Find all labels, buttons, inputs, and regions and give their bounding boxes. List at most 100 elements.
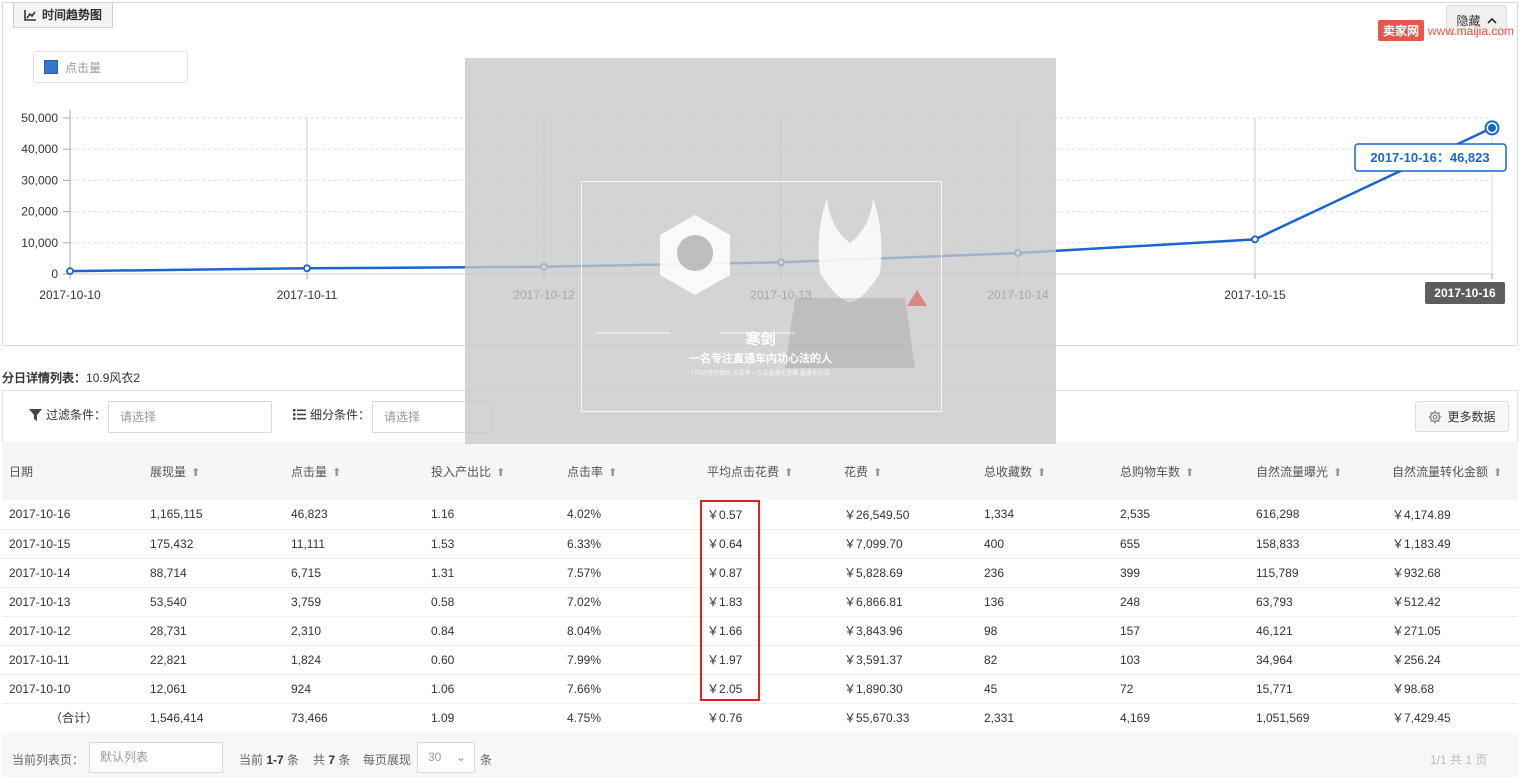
- table-row: 2017-10-10 12,061 924 1.06 7.66% ￥2.05 ￥1,890.…: [2, 674, 1518, 704]
- table-cell: ￥98.68: [1385, 674, 1518, 704]
- x-tick-label: 2017-10-16: [1434, 286, 1496, 300]
- total-cell: 2,331: [984, 710, 1015, 725]
- table-cell: 72: [1113, 674, 1249, 704]
- column-header-label: 点击率: [567, 464, 604, 479]
- column-header[interactable]: 展现量 ⬆: [143, 442, 284, 500]
- table-total-row: （合计） 1,546,414 73,466 1.09 4.75% ￥0.76 ￥55,670…: [2, 703, 1518, 732]
- column-header-label: 自然流量曝光: [1256, 464, 1329, 479]
- filter-condition-select[interactable]: 请选择: [108, 401, 272, 433]
- table-cell: 1,824: [284, 645, 424, 675]
- column-header-label: 投入产出比: [431, 464, 492, 479]
- site-logo-url: www.maijia.com: [1427, 23, 1514, 38]
- table-cell: ￥26,549.50: [837, 500, 977, 530]
- column-header[interactable]: 点击量 ⬆: [284, 442, 424, 500]
- table-cell: 7.66%: [560, 674, 700, 704]
- table-cell: 7.02%: [560, 587, 700, 617]
- column-header[interactable]: 总收藏数 ⬆: [977, 442, 1113, 500]
- data-point: [303, 264, 311, 273]
- sort-arrow-icon[interactable]: ⬆: [784, 466, 793, 479]
- total-cell: 1,051,569: [1256, 710, 1310, 725]
- table-cell: 0.60: [424, 645, 560, 675]
- sort-arrow-icon[interactable]: ⬆: [873, 466, 882, 479]
- table-cell: 88,714: [143, 558, 284, 588]
- table-cell: ￥4,174.89: [1385, 500, 1518, 530]
- table-row: 2017-10-16 1,165,115 46,823 1.16 4.02% ￥0.57 ￥…: [2, 500, 1518, 530]
- table-cell: 98: [977, 616, 1113, 646]
- table-cell: 2017-10-12: [2, 616, 143, 646]
- column-header-label: 平均点击花费: [707, 464, 780, 479]
- table-cell: ￥0.87: [700, 558, 837, 588]
- list-page-select[interactable]: 默认列表: [89, 742, 223, 773]
- table-cell: 157: [1113, 616, 1249, 646]
- column-header[interactable]: 投入产出比 ⬆: [424, 442, 560, 500]
- page-size-unit: 条: [480, 753, 493, 767]
- table-row: 2017-10-15 175,432 11,111 1.53 6.33% ￥0.64 ￥7,…: [2, 529, 1518, 559]
- chart-legend[interactable]: 点击量: [33, 51, 188, 83]
- total-count: 7: [328, 753, 336, 767]
- table-cell: ￥0.57: [700, 500, 837, 530]
- segment-condition-label: 细分条件：: [293, 406, 370, 423]
- table-cell: ￥1,890.30: [837, 674, 977, 704]
- table-cell: ￥2.05: [700, 674, 837, 704]
- sort-arrow-icon[interactable]: ⬆: [1185, 466, 1194, 479]
- column-header[interactable]: 点击率 ⬆: [560, 442, 700, 500]
- column-header-label: 日期: [9, 464, 34, 479]
- tab-trend-chart[interactable]: 时间趋势图: [13, 3, 114, 28]
- column-header[interactable]: 平均点击花费 ⬆: [700, 442, 837, 500]
- table-cell: 11,111: [284, 529, 424, 559]
- sort-arrow-icon[interactable]: ⬆: [496, 466, 505, 479]
- filter-icon: [29, 408, 42, 421]
- sort-arrow-icon[interactable]: ⬆: [1493, 466, 1502, 479]
- column-header[interactable]: 自然流量曝光 ⬆: [1249, 442, 1385, 500]
- table-cell: ￥6,866.81: [837, 587, 977, 617]
- list-page-label: 当前列表页：: [12, 753, 85, 767]
- column-header[interactable]: 花费 ⬆: [837, 442, 977, 500]
- sort-arrow-icon[interactable]: ⬆: [1037, 466, 1046, 479]
- table-cell: 1.16: [424, 500, 560, 530]
- table-cell: ￥0.64: [700, 529, 837, 559]
- table-cell: 158,833: [1249, 529, 1385, 559]
- watermark-name: 寒剑: [745, 331, 776, 348]
- sort-arrow-icon[interactable]: ⬆: [332, 466, 341, 479]
- table-cell: 7.99%: [560, 645, 700, 675]
- table-cell: 2017-10-15: [2, 529, 143, 559]
- legend-label: 点击量: [65, 60, 102, 75]
- table-cell: 8.04%: [560, 616, 700, 646]
- more-data-label: 更多数据: [1447, 410, 1496, 424]
- daily-detail-title-value: 10.9风衣2: [86, 371, 141, 385]
- table-cell: ￥3,843.96: [837, 616, 977, 646]
- page-info: 1/1 共 1 页: [1430, 753, 1488, 767]
- table-cell: 399: [1113, 558, 1249, 588]
- column-header[interactable]: 总购物车数 ⬆: [1113, 442, 1249, 500]
- chevron-down-icon: ⌄: [455, 750, 466, 764]
- total-count-text: 共 7 条: [313, 751, 350, 768]
- column-header-label: 自然流量转化金额: [1392, 464, 1489, 479]
- column-header-label: 展现量: [150, 464, 187, 479]
- table-cell: 28,731: [143, 616, 284, 646]
- total-cell: ￥55,670.33: [844, 711, 910, 726]
- table-cell: 2017-10-11: [2, 645, 143, 675]
- current-prefix: 当前: [239, 753, 264, 767]
- watermark-overlay: 寒剑 一名专注直通车内功心法的人 • 内功宝贝图片 点击率 • 心法直通车思维 …: [465, 58, 1056, 444]
- sort-arrow-icon[interactable]: ⬆: [191, 466, 200, 479]
- sort-arrow-icon[interactable]: ⬆: [1333, 466, 1342, 479]
- sort-arrow-icon[interactable]: ⬆: [608, 466, 617, 479]
- table-cell: ￥7,099.70: [837, 529, 977, 559]
- site-logo-badge: 卖家网: [1377, 20, 1424, 41]
- table-cell: 0.84: [424, 616, 560, 646]
- total-prefix: 共: [313, 753, 326, 767]
- table-cell: 115,789: [1249, 558, 1385, 588]
- page-size-value: 30: [428, 750, 442, 764]
- daily-detail-title: 分日详情列表：10.9风衣2: [2, 369, 140, 386]
- table-cell: ￥1.97: [700, 645, 837, 675]
- more-data-button[interactable]: 更多数据: [1415, 401, 1509, 432]
- current-range-text: 当前 1-7 条: [239, 751, 299, 768]
- column-header-label: 总收藏数: [984, 464, 1033, 479]
- table-cell: 3,759: [284, 587, 424, 617]
- table-cell: 136: [977, 587, 1113, 617]
- page-size-select[interactable]: 30 ⌄: [417, 742, 475, 773]
- tab-trend-chart-label: 时间趋势图: [42, 8, 103, 22]
- table-cell: 1.53: [424, 529, 560, 559]
- column-header[interactable]: 自然流量转化金额 ⬆: [1385, 442, 1518, 500]
- table-cell: 1.31: [424, 558, 560, 588]
